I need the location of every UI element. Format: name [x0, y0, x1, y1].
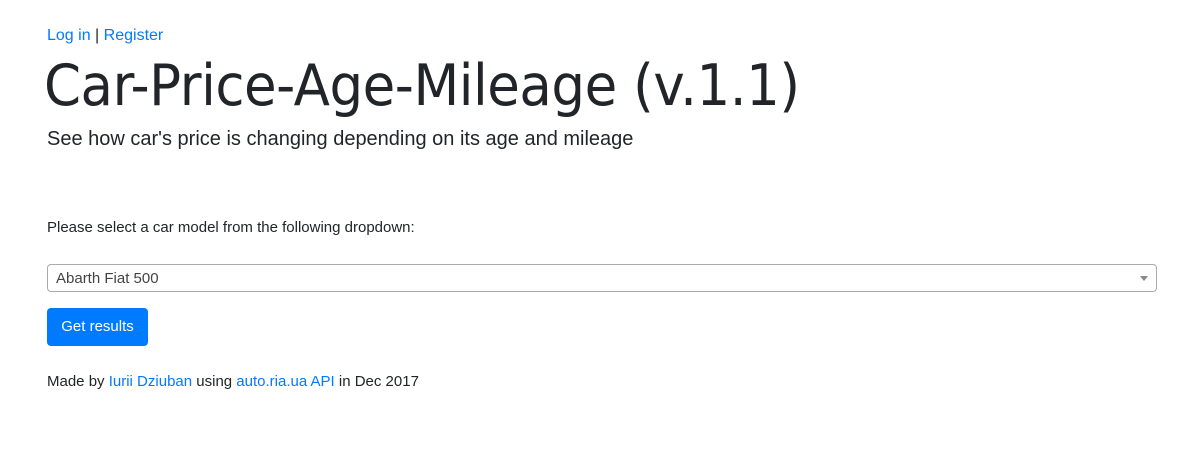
get-results-button[interactable]: Get results [47, 308, 148, 346]
page-subtitle: See how car's price is changing dependin… [47, 128, 634, 150]
car-model-dropdown[interactable]: Abarth Fiat 500 [47, 264, 1157, 292]
footer-date: in Dec 2017 [338, 373, 419, 390]
footer-made-by: Made by [47, 373, 105, 390]
auth-links: Log in | Register [47, 25, 163, 47]
caret-down-icon [1140, 276, 1148, 281]
footer-using: using [196, 373, 233, 390]
footer-credit: Made by Iurii Dziuban using auto.ria.ua … [47, 372, 419, 392]
api-link[interactable]: auto.ria.ua API [236, 373, 334, 390]
selected-car-model: Abarth Fiat 500 [56, 270, 159, 287]
page-title: Car-Price-Age-Mileage (v.1.1) [44, 53, 800, 119]
auth-separator: | [95, 27, 100, 44]
login-link[interactable]: Log in [47, 27, 91, 44]
author-link[interactable]: Iurii Dziuban [109, 373, 192, 390]
register-link[interactable]: Register [104, 27, 164, 44]
select-prompt: Please select a car model from the follo… [47, 219, 415, 236]
